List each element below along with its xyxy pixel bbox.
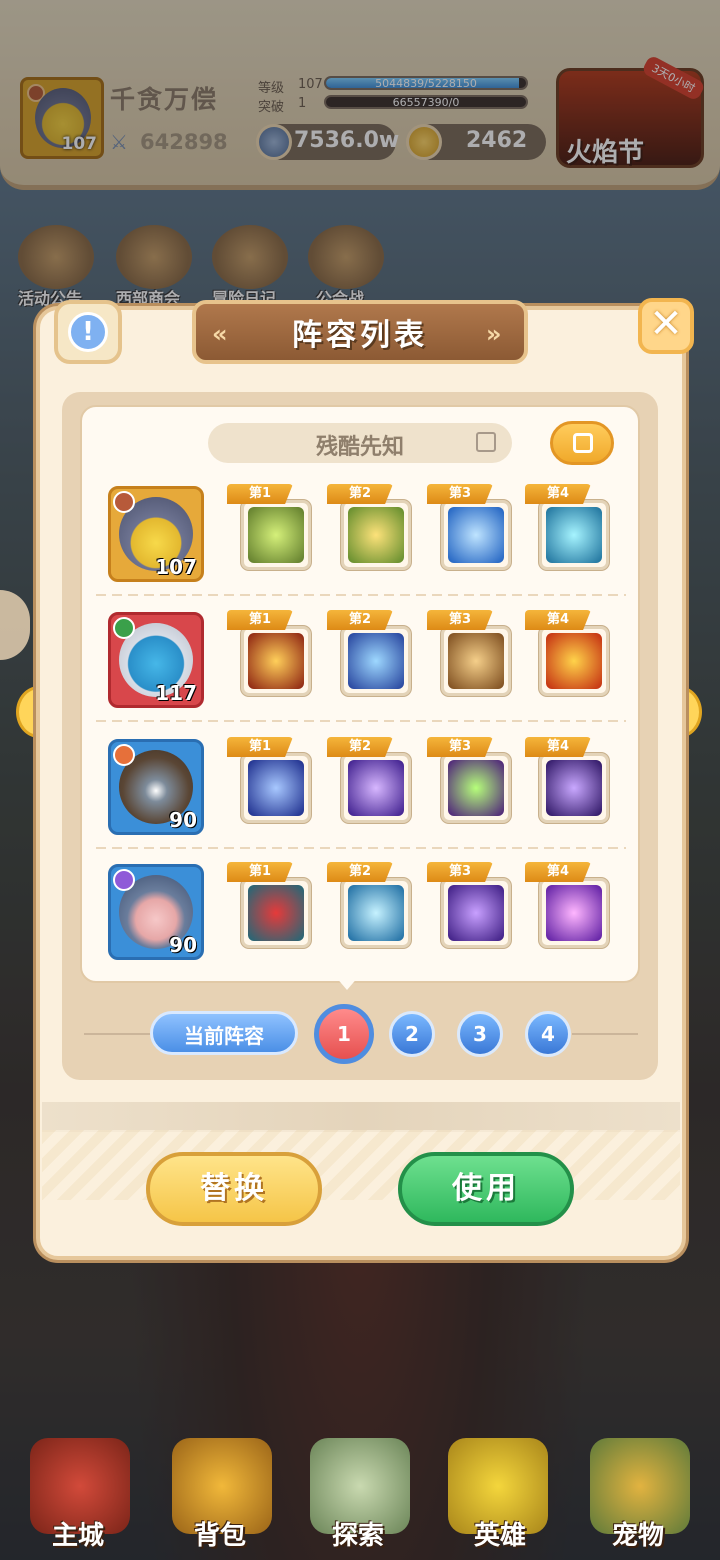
skill-slot[interactable] — [241, 500, 311, 570]
skill-order-tag: 第3 — [427, 862, 493, 882]
hero-card-armored-pig[interactable]: 90 — [108, 864, 204, 960]
row-divider — [96, 720, 626, 722]
skill-order-tag: 第1 — [227, 484, 293, 504]
skill-slot[interactable] — [241, 753, 311, 823]
decorative-pattern-strip — [42, 1130, 680, 1200]
skill-order-tag: 第3 — [427, 484, 493, 504]
red-mask-icon — [248, 885, 304, 941]
hero-card-tree-hood[interactable]: 90 — [108, 739, 204, 835]
hammer-icon — [546, 507, 602, 563]
skill-slot[interactable] — [341, 878, 411, 948]
skill-slot[interactable] — [441, 878, 511, 948]
element-badge-icon — [113, 491, 135, 513]
skill-slot[interactable] — [441, 500, 511, 570]
skill-order-tag: 第2 — [327, 484, 393, 504]
skill-order-tag: 第4 — [525, 610, 591, 630]
info-icon: ! — [68, 312, 108, 352]
flame-dragon-icon — [546, 633, 602, 689]
skill-order-tag: 第4 — [525, 737, 591, 757]
skill-order-tag: 第2 — [327, 610, 393, 630]
lineup-page-1[interactable]: 1 — [314, 1004, 374, 1064]
skill-order-tag: 第3 — [427, 610, 493, 630]
skill-order-tag: 第1 — [227, 737, 293, 757]
hero-level: 107 — [155, 555, 197, 579]
dialog-title: 阵容列表 — [292, 318, 428, 353]
share-button[interactable] — [550, 421, 614, 465]
element-badge-icon — [113, 744, 135, 766]
skill-order-tag: 第1 — [227, 610, 293, 630]
nav-label-hero: 英雄 — [474, 1521, 527, 1551]
skill-slot[interactable] — [341, 753, 411, 823]
element-badge-icon — [113, 617, 135, 639]
ghost-hand-icon — [448, 633, 504, 689]
purple-rain-icon — [348, 760, 404, 816]
star-burst-icon — [546, 885, 602, 941]
skill-slot[interactable] — [341, 500, 411, 570]
row-divider — [96, 594, 626, 596]
replace-button[interactable]: 替换 — [146, 1152, 322, 1226]
skill-order-tag: 第3 — [427, 737, 493, 757]
skill-slot[interactable] — [539, 878, 609, 948]
hero-level: 117 — [155, 681, 197, 705]
close-icon: ✕ — [649, 301, 683, 347]
shadow-swirl-icon — [546, 760, 602, 816]
skill-slot[interactable] — [241, 626, 311, 696]
blue-slash-icon — [248, 760, 304, 816]
share-icon — [573, 433, 593, 453]
fire-eye-icon — [248, 633, 304, 689]
row-divider — [96, 847, 626, 849]
close-button[interactable]: ✕ — [638, 298, 694, 354]
skill-order-tag: 第2 — [327, 737, 393, 757]
current-team-label: 当前阵容 — [184, 1024, 264, 1048]
poison-burst-icon — [448, 760, 504, 816]
arrow-strike-icon — [248, 507, 304, 563]
nav-label-castle: 主城 — [52, 1521, 105, 1551]
lineup-page-2[interactable]: 2 — [389, 1011, 435, 1057]
shield-star-icon — [348, 507, 404, 563]
skill-order-tag: 第4 — [525, 484, 591, 504]
skill-slot[interactable] — [341, 626, 411, 696]
skill-slot[interactable] — [241, 878, 311, 948]
skill-slot[interactable] — [441, 753, 511, 823]
divider-left — [84, 1033, 150, 1035]
nav-label-explore: 探索 — [332, 1521, 385, 1551]
vortex-icon — [448, 885, 504, 941]
use-button[interactable]: 使用 — [398, 1152, 574, 1226]
skill-order-tag: 第1 — [227, 862, 293, 882]
ice-wing-icon — [448, 507, 504, 563]
skill-slot[interactable] — [539, 753, 609, 823]
hero-card-knight-duck[interactable]: 107 — [108, 486, 204, 582]
info-button[interactable]: ! — [54, 300, 122, 364]
lineup-name: 残酷先知 — [315, 435, 404, 460]
ice-trident-icon — [348, 885, 404, 941]
hero-card-blue-bird[interactable]: 117 — [108, 612, 204, 708]
card-pointer — [335, 976, 359, 990]
hero-level: 90 — [169, 808, 197, 832]
water-spirit-icon — [348, 633, 404, 689]
skill-order-tag: 第4 — [525, 862, 591, 882]
hero-level: 90 — [169, 933, 197, 957]
edit-icon[interactable] — [476, 432, 496, 452]
element-badge-icon — [113, 869, 135, 891]
nav-label-pet: 宠物 — [612, 1521, 665, 1551]
lineup-page-4[interactable]: 4 — [525, 1011, 571, 1057]
skill-slot[interactable] — [441, 626, 511, 696]
divider-right — [572, 1033, 638, 1035]
nav-label-backpack: 背包 — [194, 1521, 247, 1551]
skill-slot[interactable] — [539, 500, 609, 570]
skill-order-tag: 第2 — [327, 862, 393, 882]
skill-slot[interactable] — [539, 626, 609, 696]
lineup-page-3[interactable]: 3 — [457, 1011, 503, 1057]
decorative-skyline — [42, 1102, 680, 1132]
